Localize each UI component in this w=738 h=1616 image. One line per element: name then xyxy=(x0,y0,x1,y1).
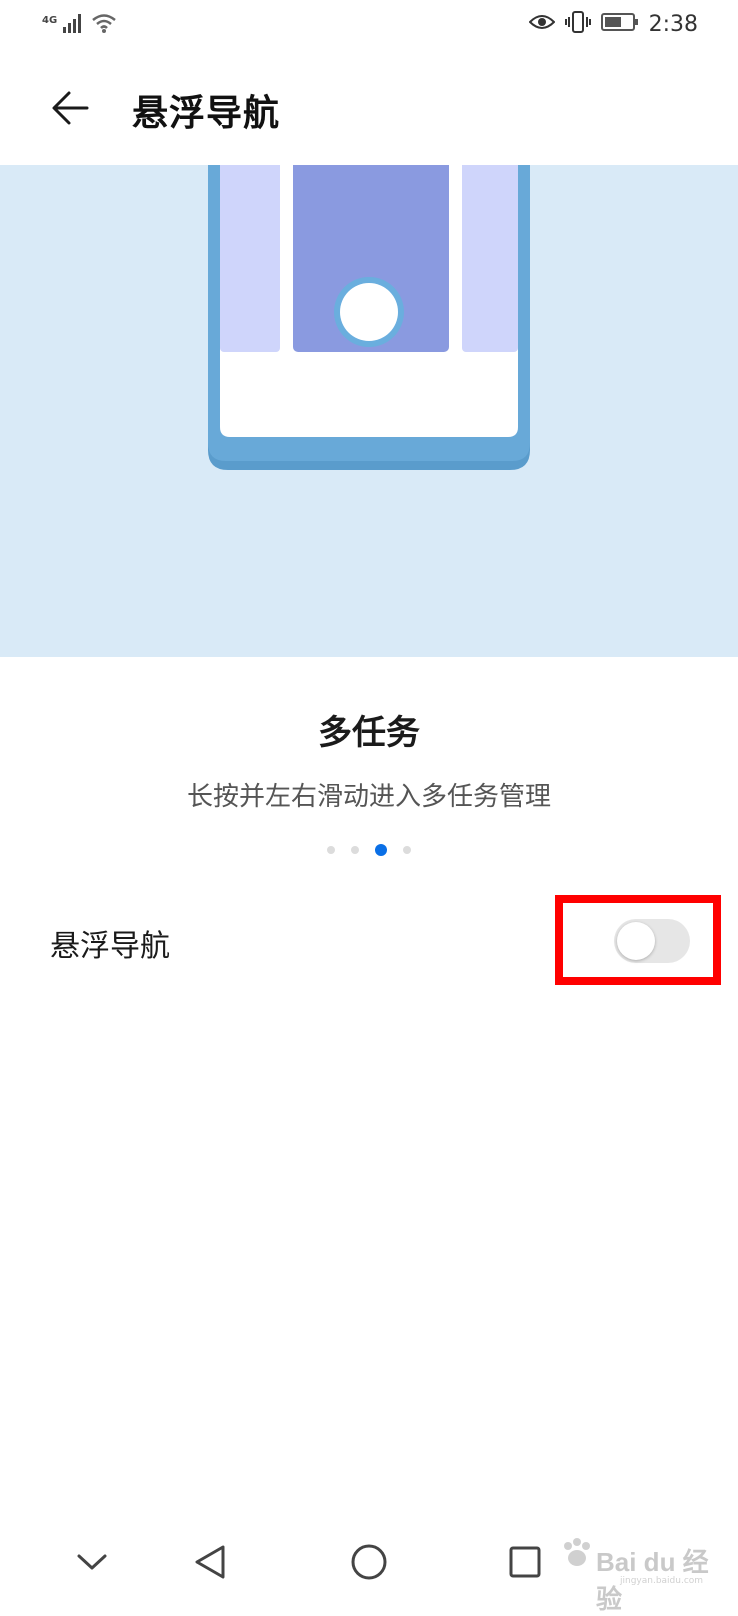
page-dot[interactable] xyxy=(403,846,411,854)
arrow-left-icon xyxy=(49,87,91,133)
setting-label: 悬浮导航 xyxy=(50,929,170,964)
back-triangle-icon xyxy=(193,1544,227,1584)
network-type: 4G xyxy=(42,15,58,26)
page-indicator xyxy=(0,844,738,856)
eye-icon xyxy=(528,12,556,36)
battery-icon xyxy=(600,12,639,36)
status-bar: 4G 2:38 xyxy=(0,0,738,52)
signal-icon xyxy=(63,12,85,38)
page-dot[interactable] xyxy=(351,846,359,854)
hide-nav-button[interactable] xyxy=(62,1534,122,1594)
paw-icon xyxy=(560,1536,594,1574)
floating-nav-setting-row: 悬浮导航 xyxy=(0,895,738,995)
illustration-banner xyxy=(0,165,738,657)
app-card-left xyxy=(220,165,280,352)
status-left: 4G xyxy=(42,12,117,38)
app-card-right xyxy=(462,165,518,352)
home-circle-icon xyxy=(350,1543,388,1585)
floating-nav-toggle[interactable] xyxy=(614,919,690,963)
nav-recents-button[interactable] xyxy=(495,1534,555,1594)
page-title: 悬浮导航 xyxy=(132,93,281,134)
nav-back-button[interactable] xyxy=(180,1534,240,1594)
back-button[interactable] xyxy=(40,80,100,140)
status-right: 2:38 xyxy=(528,10,698,38)
chevron-down-icon xyxy=(76,1552,108,1576)
feature-title: 多任务 xyxy=(318,713,420,753)
watermark-url: jingyan.baidu.com xyxy=(620,1576,704,1586)
page-dot[interactable] xyxy=(327,846,335,854)
recents-square-icon xyxy=(508,1545,542,1583)
multitask-illustration xyxy=(208,165,530,470)
clock: 2:38 xyxy=(648,11,698,37)
toggle-knob xyxy=(617,922,655,960)
page-dot-active[interactable] xyxy=(375,844,387,856)
nav-home-button[interactable] xyxy=(339,1534,399,1594)
vibrate-icon xyxy=(564,10,591,38)
baidu-watermark: Bai du 经验 jingyan.baidu.com xyxy=(560,1530,720,1614)
wifi-icon xyxy=(91,12,117,38)
header: 悬浮导航 xyxy=(0,60,738,160)
feature-description: 长按并左右滑动进入多任务管理 xyxy=(186,782,551,812)
